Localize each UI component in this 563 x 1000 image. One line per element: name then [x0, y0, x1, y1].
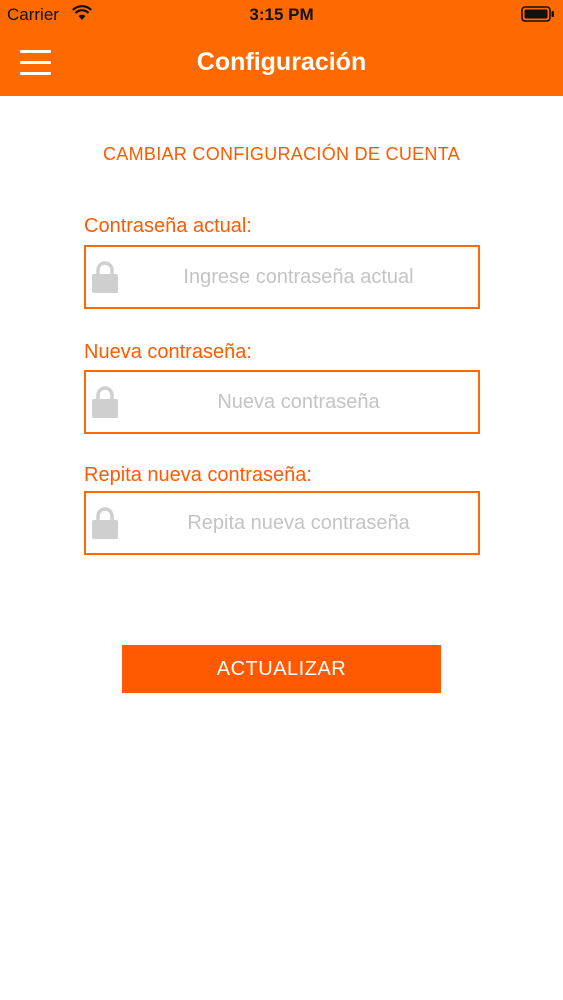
page-title: Configuración — [196, 48, 367, 76]
current-password-label: Contraseña actual: — [84, 215, 252, 237]
carrier-name: Carrier — [7, 5, 59, 24]
repeat-password-input[interactable] — [126, 493, 471, 553]
update-button[interactable]: ACTUALIZAR — [122, 645, 441, 693]
lock-icon — [92, 386, 118, 418]
new-password-input[interactable] — [126, 372, 471, 432]
lock-icon — [92, 507, 118, 539]
repeat-password-field — [84, 491, 480, 555]
new-password-label: Nueva contraseña: — [84, 341, 252, 363]
current-password-input[interactable] — [126, 247, 471, 307]
wifi-icon — [72, 5, 92, 20]
navigation-bar: Configuración — [0, 30, 563, 96]
battery-icon — [521, 6, 554, 22]
lock-icon — [92, 261, 118, 293]
repeat-password-label: Repita nueva contraseña: — [84, 464, 312, 486]
current-password-field — [84, 245, 480, 309]
new-password-field — [84, 370, 480, 434]
app-header: Carrier 3:15 PM Configuración — [0, 0, 563, 96]
status-bar: Carrier 3:15 PM — [0, 0, 563, 30]
section-title: CAMBIAR CONFIGURACIÓN DE CUENTA — [103, 144, 460, 164]
hamburger-menu-icon[interactable] — [18, 48, 54, 78]
